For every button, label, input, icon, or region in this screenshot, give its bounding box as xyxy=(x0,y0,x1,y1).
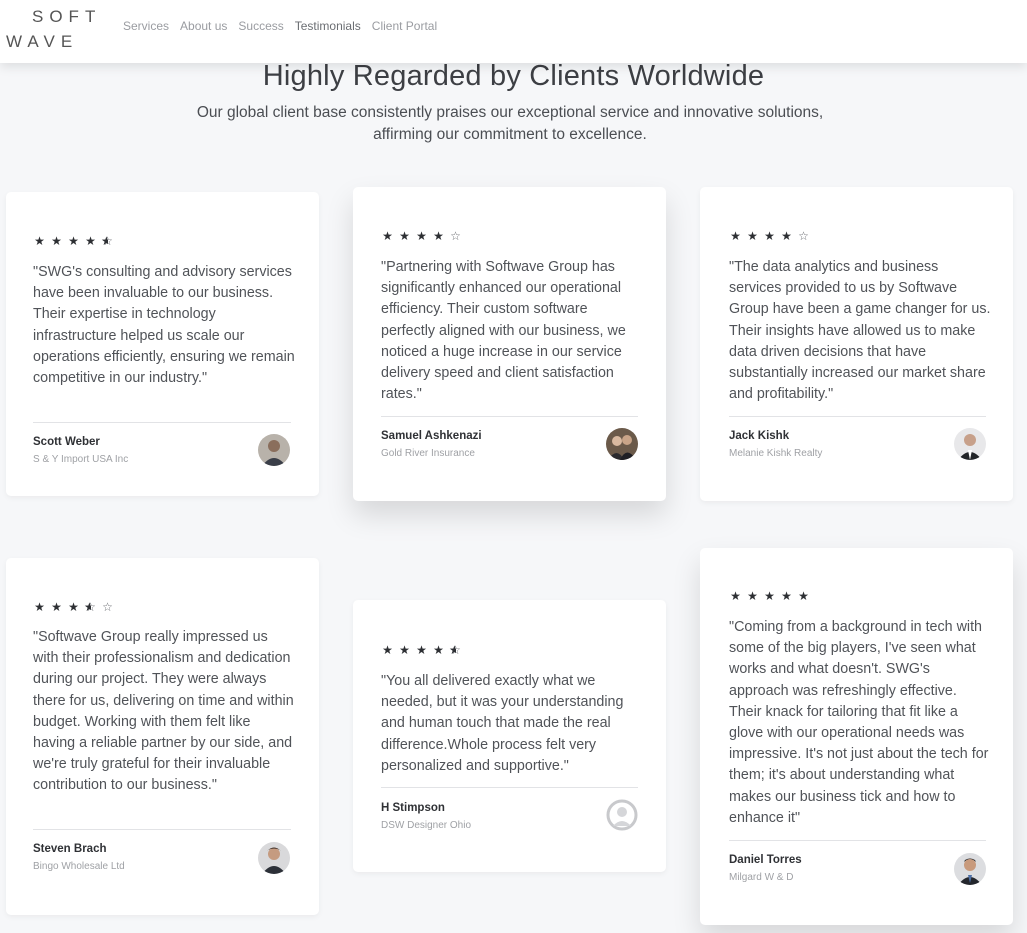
logo-line-1: SOFT xyxy=(32,7,102,26)
star-full-icon: ★ xyxy=(747,589,758,603)
person-photo-avatar xyxy=(258,434,290,466)
testimonial-quote: "Softwave Group really impressed us with… xyxy=(33,629,294,794)
client-company: Gold River Insurance xyxy=(381,448,475,459)
star-empty-icon: ☆ xyxy=(102,600,113,614)
star-full-icon: ★ xyxy=(781,229,792,243)
star-full-icon: ★ xyxy=(781,589,792,603)
testimonial-quote: "The data analytics and business service… xyxy=(729,259,991,403)
star-half-icon: ☆ ★ xyxy=(84,600,96,614)
star-full-icon: ★ xyxy=(68,234,79,248)
star-full-icon: ★ xyxy=(382,643,393,657)
couple-photo-avatar xyxy=(606,428,638,460)
star-full-icon: ★ xyxy=(34,234,45,248)
star-full-icon: ★ xyxy=(730,229,741,243)
testimonial-quote: "You all delivered exactly what we neede… xyxy=(381,673,624,774)
star-rating: ★ ★ ★ ★ ☆ ★ xyxy=(381,644,462,657)
star-full-icon: ★ xyxy=(416,229,427,243)
star-half-icon: ☆ ★ xyxy=(449,643,461,657)
testimonial-card: ★ ★ ★ ★ ★ "Coming from a background in tech … xyxy=(700,548,1013,925)
star-empty-icon: ☆ xyxy=(450,229,461,243)
nav-link-about-us[interactable]: About us xyxy=(180,19,227,33)
star-rating: ★ ★ ★ ★ ☆ xyxy=(729,230,810,243)
testimonial-quote: "SWG's consulting and advisory services … xyxy=(33,264,295,387)
star-rating: ★ ★ ★ ★ ☆ xyxy=(381,230,462,243)
star-full-icon: ★ xyxy=(764,589,775,603)
nav-link-services[interactable]: Services xyxy=(123,19,169,33)
star-full-icon: ★ xyxy=(399,229,410,243)
star-half-icon: ☆ ★ xyxy=(101,234,113,248)
star-full-icon: ★ xyxy=(85,234,96,248)
softwave-logo[interactable]: SOFT WAVE xyxy=(6,4,101,54)
star-full-icon: ★ xyxy=(416,643,427,657)
testimonial-card: ★ ★ ★ ★ ☆ "The data analytics and business s… xyxy=(700,187,1013,501)
star-full-icon: ★ xyxy=(399,643,410,657)
star-full-icon: ★ xyxy=(747,229,758,243)
testimonial-quote: "Partnering with Softwave Group has sign… xyxy=(381,259,626,403)
star-empty-icon: ☆ xyxy=(798,229,809,243)
star-full-icon: ★ xyxy=(433,643,444,657)
client-name: Samuel Ashkenazi xyxy=(381,430,482,442)
client-name: Scott Weber xyxy=(33,436,100,448)
default-user-avatar xyxy=(606,799,638,831)
nav-link-success[interactable]: Success xyxy=(238,19,283,33)
star-full-icon: ★ xyxy=(51,600,62,614)
star-rating: ★ ★ ★ ☆ ★ ☆ xyxy=(33,601,114,614)
star-full-icon: ★ xyxy=(730,589,741,603)
client-company: Melanie Kishk Realty xyxy=(729,448,823,459)
client-name: Steven Brach xyxy=(33,843,107,855)
card-divider xyxy=(33,422,291,423)
card-divider xyxy=(33,829,291,830)
client-company: Bingo Wholesale Ltd xyxy=(33,861,125,872)
star-full-icon: ★ xyxy=(382,229,393,243)
client-name: H Stimpson xyxy=(381,802,445,814)
client-company: S & Y Import USA Inc xyxy=(33,454,129,465)
nav-link-client-portal[interactable]: Client Portal xyxy=(372,19,437,33)
star-full-icon: ★ xyxy=(798,589,809,603)
section-title: Highly Regarded by Clients Worldwide xyxy=(262,60,765,92)
nav-link-testimonials[interactable]: Testimonials xyxy=(295,19,361,33)
star-full-icon: ★ xyxy=(68,600,79,614)
main-nav: Services About us Success Testimonials C… xyxy=(123,19,437,33)
client-name: Daniel Torres xyxy=(729,854,802,866)
section-subtitle: Our global client base consistently prai… xyxy=(196,104,824,143)
testimonial-card: ★ ★ ★ ★ ☆ ★ "SWG's consulting and advisory se… xyxy=(6,192,319,496)
person-photo-avatar xyxy=(258,842,290,874)
person-photo-avatar xyxy=(954,428,986,460)
star-rating: ★ ★ ★ ★ ★ xyxy=(729,590,810,603)
client-company: Milgard W & D xyxy=(729,872,794,883)
star-full-icon: ★ xyxy=(433,229,444,243)
card-divider xyxy=(381,787,638,788)
testimonial-card: ★ ★ ★ ★ ☆ "Partnering with Softwave Group ha… xyxy=(353,187,666,501)
star-full-icon: ★ xyxy=(51,234,62,248)
client-company: DSW Designer Ohio xyxy=(381,820,472,831)
card-divider xyxy=(729,416,986,417)
top-navigation-bar: SOFT WAVE Services About us Success Test… xyxy=(0,0,1027,63)
client-name: Jack Kishk xyxy=(729,430,790,442)
star-full-icon: ★ xyxy=(34,600,45,614)
testimonial-quote: "Coming from a background in tech with s… xyxy=(729,619,989,826)
star-rating: ★ ★ ★ ★ ☆ ★ xyxy=(33,235,114,248)
logo-line-2: WAVE xyxy=(6,32,79,51)
star-full-icon: ★ xyxy=(764,229,775,243)
card-divider xyxy=(381,416,638,417)
testimonial-card: ★ ★ ★ ★ ☆ ★ "You all delivered exactly what w… xyxy=(353,600,666,872)
card-divider xyxy=(729,840,986,841)
person-photo-avatar xyxy=(954,853,986,885)
testimonial-card: ★ ★ ★ ☆ ★ ☆ "Softwave Group really impressed … xyxy=(6,558,319,915)
